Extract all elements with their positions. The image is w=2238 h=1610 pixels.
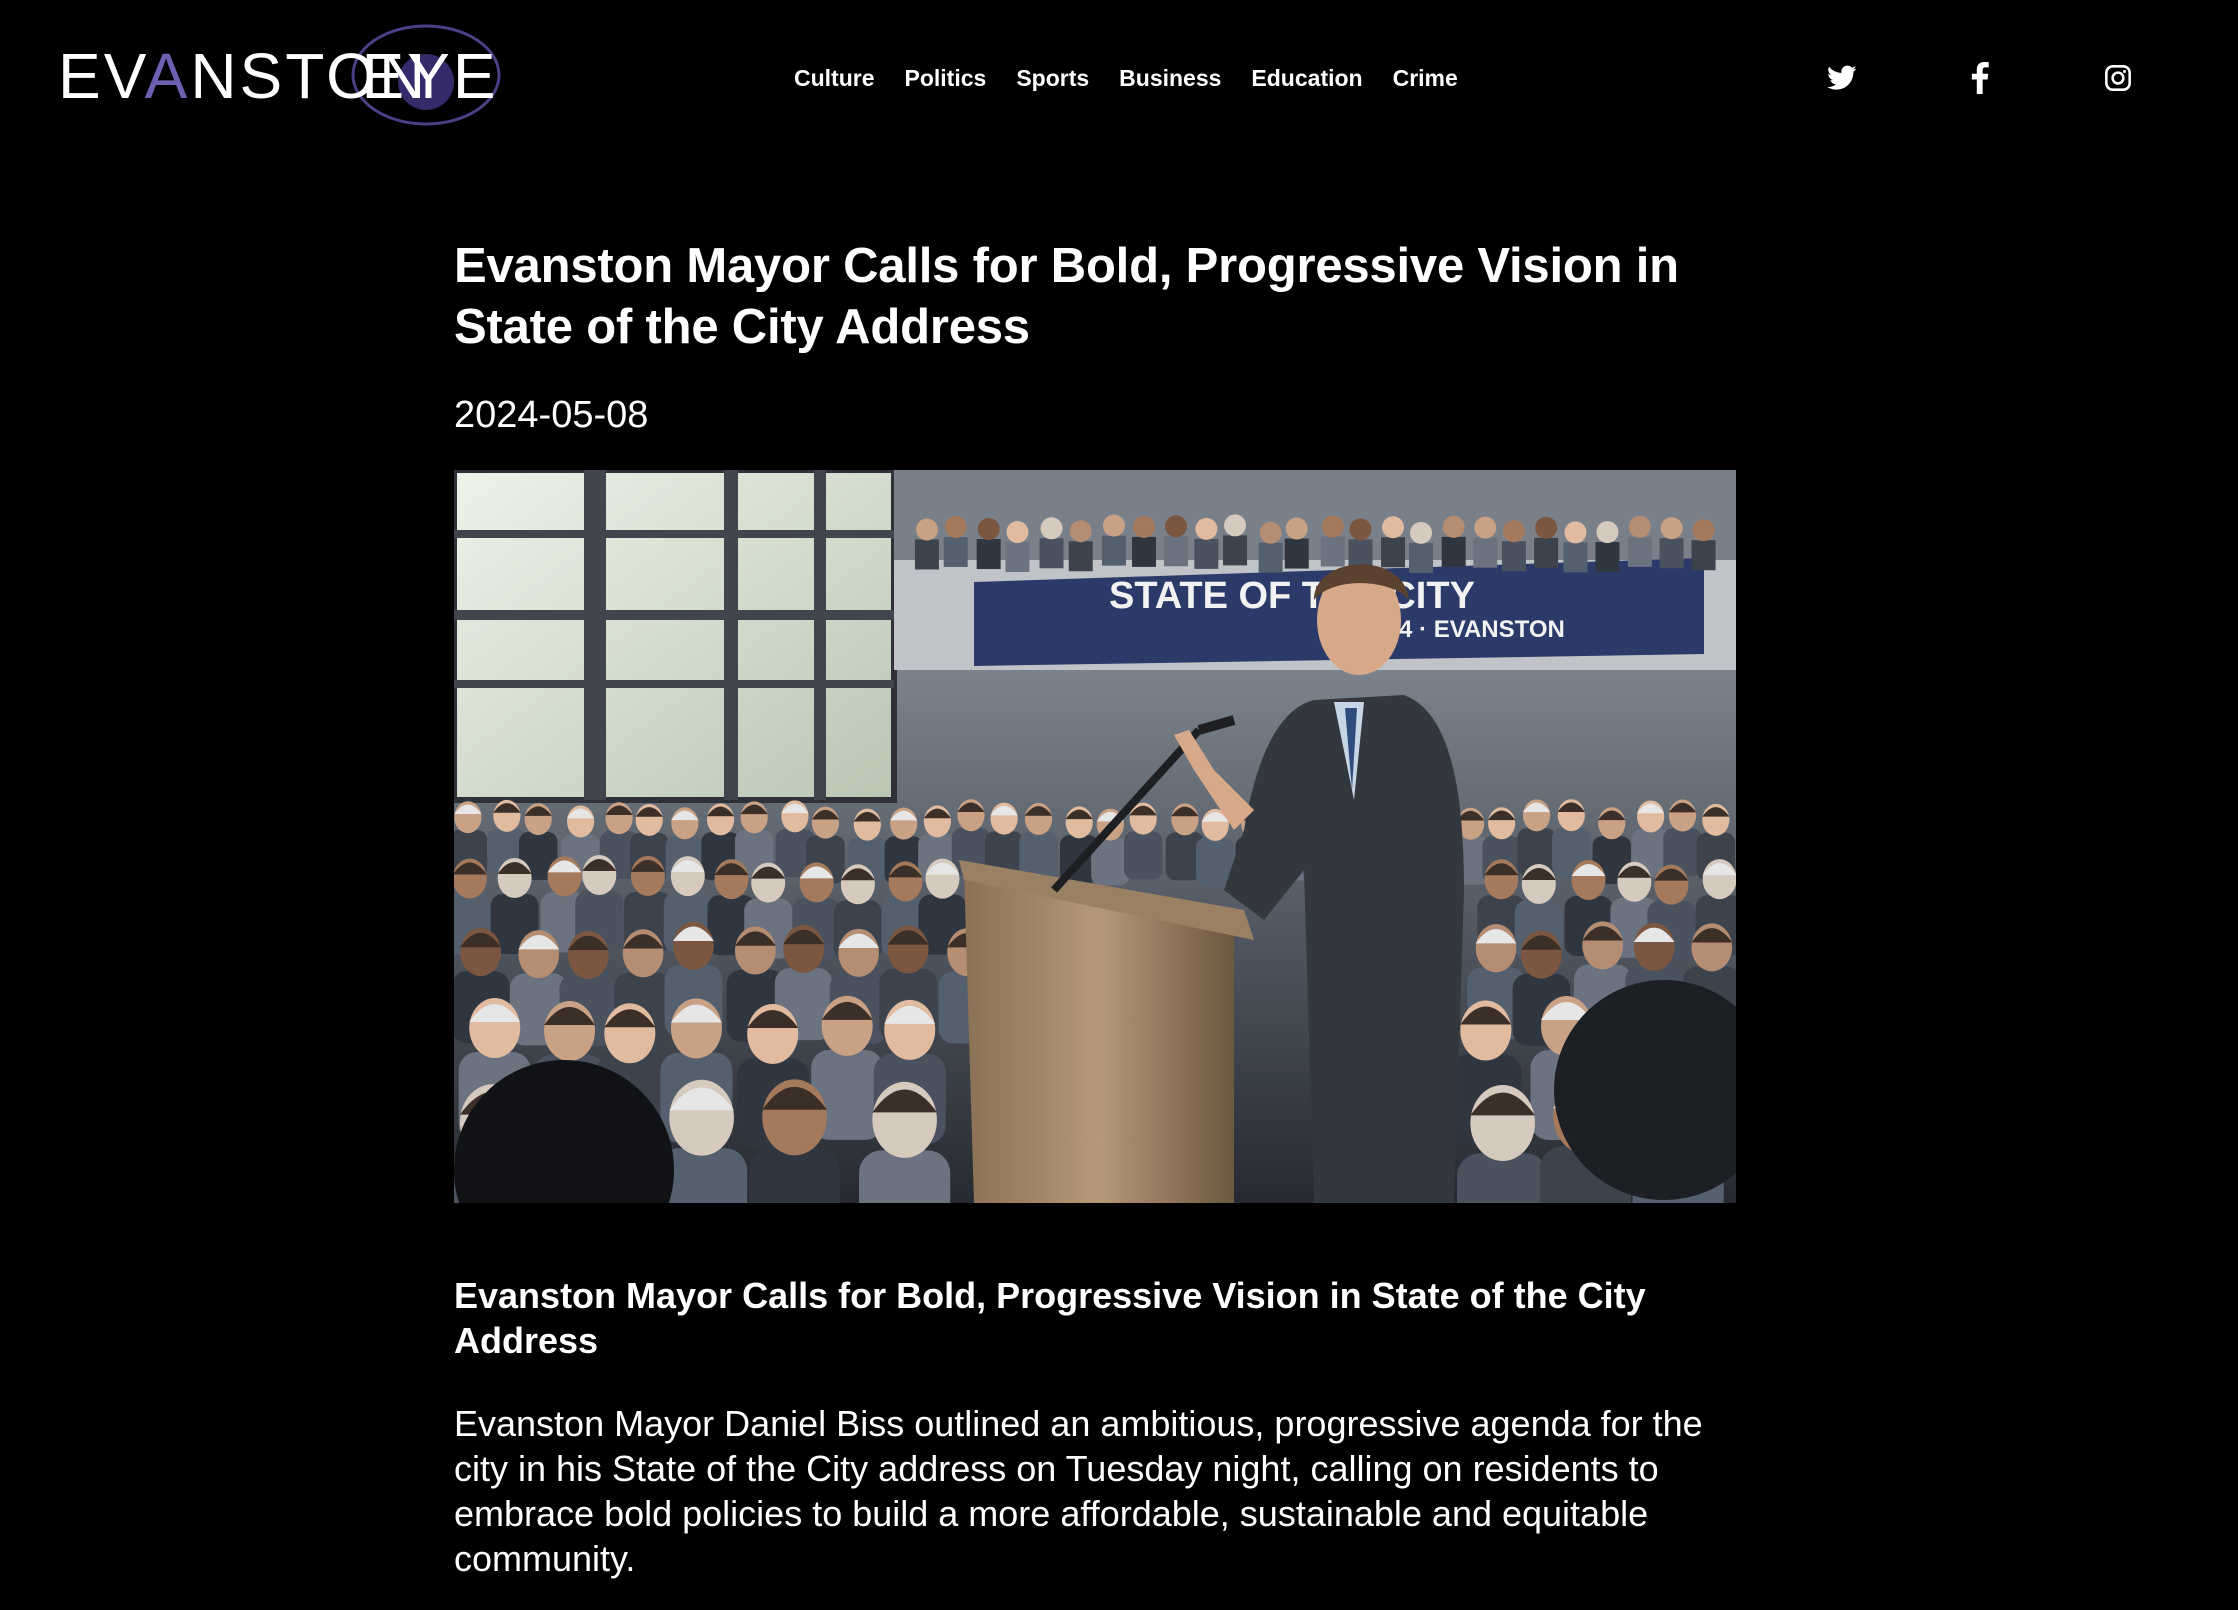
site-logo[interactable]: EVANSTON EYE xyxy=(58,20,568,130)
instagram-link[interactable] xyxy=(2096,58,2140,98)
logo-graphic: EVANSTON EYE xyxy=(58,24,501,126)
main-nav: Culture Politics Sports Business Educati… xyxy=(794,60,1458,96)
logo-text-ev: EV xyxy=(58,40,147,112)
hero-image: STATE OF THE CITY 2024 · EVANSTON xyxy=(454,470,1736,1203)
article-paragraph: Evanston Mayor Daniel Biss outlined an a… xyxy=(454,1403,1703,1579)
article-headline: Evanston Mayor Calls for Bold, Progressi… xyxy=(454,239,1679,354)
article: Evanston Mayor Calls for Bold, Progressi… xyxy=(454,236,1736,1581)
nav-politics[interactable]: Politics xyxy=(905,60,987,96)
banner-line-1: STATE OF THE CITY xyxy=(1109,575,1475,617)
facebook-link[interactable] xyxy=(1958,58,2002,98)
logo-text-eye: EYE xyxy=(361,40,498,112)
article-subheadline: Evanston Mayor Calls for Bold, Progressi… xyxy=(454,1275,1646,1361)
nav-sports[interactable]: Sports xyxy=(1016,60,1089,96)
hall-windows xyxy=(454,470,897,803)
twitter-link[interactable] xyxy=(1820,58,1864,98)
twitter-icon xyxy=(1827,65,1857,90)
hero-illustration: STATE OF THE CITY 2024 · EVANSTON xyxy=(454,470,1736,1203)
nav-business[interactable]: Business xyxy=(1119,60,1221,96)
logo-text-accent: A xyxy=(145,40,191,112)
site-header: EVANSTON EYE Culture Politics Sports Bus… xyxy=(0,0,2238,155)
facebook-icon xyxy=(1971,62,1989,94)
nav-education[interactable]: Education xyxy=(1251,60,1362,96)
nav-culture[interactable]: Culture xyxy=(794,60,875,96)
article-date: 2024-05-08 xyxy=(454,394,649,436)
nav-crime[interactable]: Crime xyxy=(1393,60,1458,96)
instagram-icon xyxy=(2105,65,2131,91)
